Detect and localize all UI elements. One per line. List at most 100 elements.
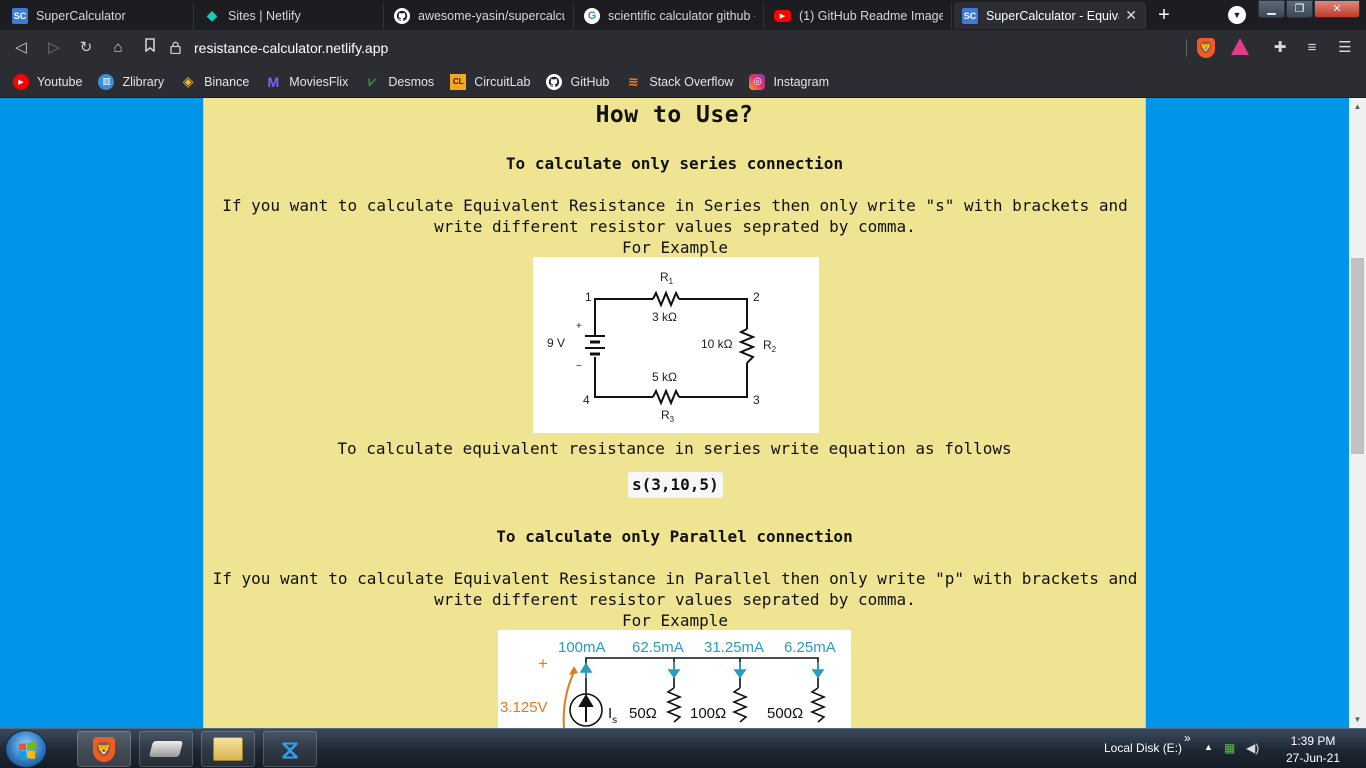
tab-label: scientific calculator github - Google Se… <box>608 8 755 23</box>
svg-text:Is: Is <box>608 705 617 726</box>
bookmark-circuitlab[interactable]: CL CircuitLab <box>450 73 531 90</box>
node-4: 4 <box>583 393 590 407</box>
tab-youtube-video[interactable]: ▶ (1) GitHub Readme Images Tutorial <box>766 2 952 29</box>
taskbar-drive[interactable] <box>139 731 193 767</box>
scroll-up-icon[interactable]: ▲ <box>1349 98 1366 115</box>
taskbar-vscode[interactable]: ⧖ <box>263 731 317 767</box>
brave-rewards-icon[interactable] <box>1231 38 1249 55</box>
page-scrollbar[interactable]: ▲ ▼ <box>1349 98 1366 728</box>
stackoverflow-icon: ≋ <box>627 73 639 89</box>
series-heading: To calculate only series connection <box>505 154 844 173</box>
maximize-button[interactable]: ❐ <box>1286 0 1313 18</box>
series-instruction: To calculate equivalent resistance in se… <box>337 439 1012 458</box>
svg-text:R3: R3 <box>661 408 675 424</box>
youtube-icon: ▶ <box>774 9 791 22</box>
branch-current-3: 6.25mA <box>784 639 836 656</box>
bookmark-label: CircuitLab <box>474 74 531 89</box>
svg-text:R2: R2 <box>763 338 777 354</box>
toolbar-overflow-chevron[interactable]: » <box>1184 731 1191 745</box>
parallel-description: If you want to calculate Equivalent Resi… <box>212 568 1138 631</box>
binance-icon: ◈ <box>182 73 194 89</box>
r2-label: R <box>763 338 772 352</box>
bookmark-github[interactable]: GitHub <box>546 73 609 90</box>
menu-icon[interactable]: ☰ <box>1335 38 1355 58</box>
brave-icon: 🦁 <box>93 736 115 762</box>
close-tab-icon[interactable]: ✕ <box>1125 7 1137 24</box>
tab-label: SuperCalculator <box>36 8 126 23</box>
taskbar-clock[interactable]: 1:39 PM 27-Jun-21 <box>1278 733 1348 767</box>
series-description-line: write different resistor values seprated… <box>434 217 916 236</box>
show-hidden-icons[interactable]: ▲ <box>1204 742 1213 752</box>
resistor-2-value: 100Ω <box>690 705 726 722</box>
volume-icon[interactable]: ◀) <box>1246 741 1259 755</box>
scrollbar-thumb[interactable] <box>1351 258 1364 454</box>
tab-label: (1) GitHub Readme Images Tutorial <box>799 8 943 23</box>
window-controls: ▁ ❐ ✕ <box>1258 0 1361 18</box>
bookmark-label: Instagram <box>773 74 830 89</box>
branch-current-2: 31.25mA <box>704 639 764 656</box>
bookmark-zlibrary[interactable]: ▥ Zlibrary <box>98 73 165 90</box>
r3-label: R <box>661 408 670 422</box>
windows-logo-icon <box>19 742 35 759</box>
tab-supercalculator-active[interactable]: SC SuperCalculator - Equivalent Resistan… <box>954 2 1146 29</box>
tab-label: Sites | Netlify <box>228 8 301 23</box>
home-icon[interactable]: ⌂ <box>108 38 128 58</box>
r2-subscript: 2 <box>772 345 777 354</box>
address-bar[interactable]: resistance-calculator.netlify.app <box>170 34 1180 62</box>
moviesflix-icon: M <box>267 73 280 90</box>
parallel-description-line: If you want to calculate Equivalent Resi… <box>212 569 1138 588</box>
bookmark-desmos[interactable]: ⩗ Desmos <box>364 73 435 90</box>
resistor-3-value: 500Ω <box>767 705 803 722</box>
scroll-down-icon[interactable]: ▼ <box>1349 711 1366 728</box>
extensions-icon[interactable]: ✚ <box>1270 38 1290 58</box>
series-description: If you want to calculate Equivalent Resi… <box>212 195 1138 258</box>
close-window-button[interactable]: ✕ <box>1314 0 1360 18</box>
taskbar-explorer[interactable] <box>201 731 255 767</box>
bookmark-instagram[interactable]: ◎ Instagram <box>749 73 830 90</box>
new-tab-button[interactable]: + <box>1153 4 1175 26</box>
reload-icon[interactable]: ↻ <box>76 38 96 58</box>
brave-shields-icon[interactable]: 🦁 <box>1197 38 1215 58</box>
windows-taskbar: 🦁 ⧖ Local Disk (E:) » ▲ ▦ ◀) 1:39 PM 27-… <box>0 728 1366 768</box>
bookmark-label: Zlibrary <box>122 74 165 89</box>
bookmark-icon[interactable] <box>140 38 160 58</box>
bookmark-youtube[interactable]: ▶ Youtube <box>13 73 82 90</box>
network-icon[interactable]: ▦ <box>1224 741 1235 755</box>
series-description-line: If you want to calculate Equivalent Resi… <box>222 196 1128 215</box>
minimize-button[interactable]: ▁ <box>1258 0 1285 18</box>
plus-sign: + <box>538 654 548 673</box>
bookmark-stackoverflow[interactable]: ≋ Stack Overflow <box>625 73 734 90</box>
bookmark-moviesflix[interactable]: M MoviesFlix <box>265 74 348 90</box>
netlify-icon: ◆ <box>206 7 218 23</box>
toolbar-divider <box>1186 39 1187 57</box>
tray-drive-label[interactable]: Local Disk (E:) <box>1104 741 1182 755</box>
total-current: 100mA <box>558 639 606 656</box>
back-icon[interactable]: ◁ <box>11 38 31 58</box>
taskbar-brave[interactable]: 🦁 <box>77 731 131 767</box>
drive-icon <box>148 741 184 757</box>
vscode-icon: ⧖ <box>280 734 300 764</box>
bookmark-label: Binance <box>204 74 250 89</box>
tab-google-search[interactable]: G scientific calculator github - Google … <box>576 2 764 29</box>
tab-search-icon[interactable]: ▼ <box>1228 6 1246 24</box>
bookmark-label: Desmos <box>388 74 435 89</box>
r2-value: 10 kΩ <box>701 337 733 351</box>
clock-date: 27-Jun-21 <box>1285 751 1341 765</box>
tab-github-repo[interactable]: awesome-yasin/supercalculator <box>386 2 574 29</box>
desmos-icon: ⩗ <box>368 73 377 89</box>
start-button[interactable] <box>5 730 47 768</box>
clock-time: 1:39 PM <box>1290 734 1336 748</box>
series-example-code: s(3,10,5) <box>628 472 723 498</box>
playlist-icon[interactable]: ≡ <box>1302 38 1322 58</box>
tab-netlify[interactable]: ◆ Sites | Netlify <box>196 2 384 29</box>
r3-value: 5 kΩ <box>652 370 677 384</box>
page-viewport: How to Use? To calculate only series con… <box>0 98 1349 728</box>
plus-sign: + <box>576 321 582 332</box>
tab-supercalculator[interactable]: SC SuperCalculator <box>4 2 194 29</box>
bookmark-binance[interactable]: ◈ Binance <box>180 73 250 90</box>
r1-subscript: 1 <box>669 277 674 286</box>
r1-value: 3 kΩ <box>652 310 677 324</box>
how-to-use-card: How to Use? To calculate only series con… <box>203 98 1146 728</box>
lock-icon <box>170 41 182 55</box>
forward-icon[interactable]: ▷ <box>44 38 64 58</box>
